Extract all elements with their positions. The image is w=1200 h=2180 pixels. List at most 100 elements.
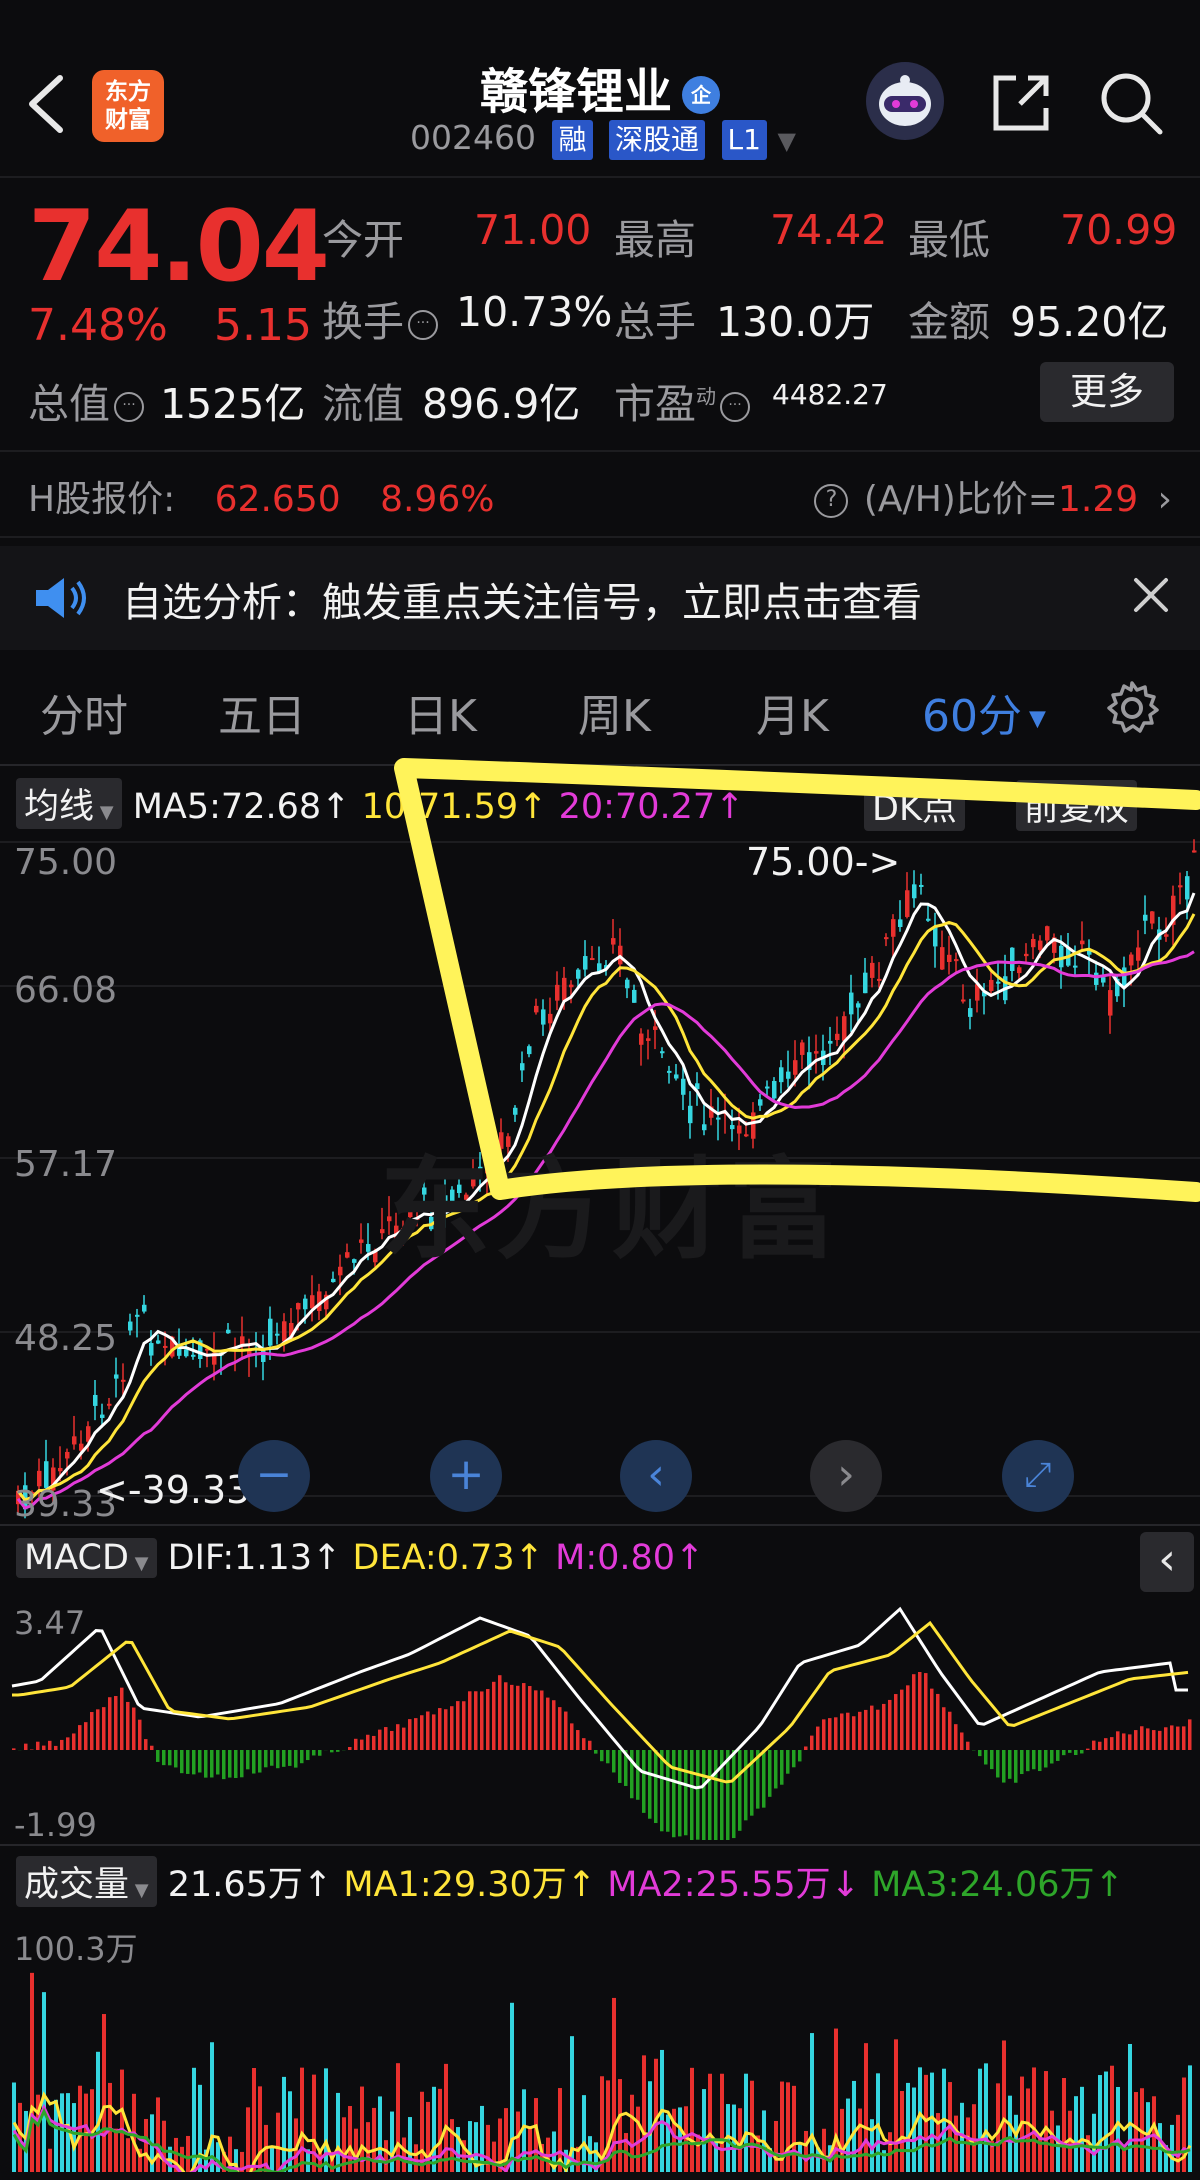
volume-chart[interactable]: [0, 1910, 1200, 2172]
macd-bar: [552, 1700, 556, 1750]
collapse-panel-button[interactable]: ‹: [1140, 1532, 1194, 1592]
volume-bar: [930, 2072, 934, 2172]
ah-ratio-row[interactable]: ? (A/H)比价=1.29 ›: [810, 470, 1172, 522]
macd-bar: [528, 1686, 532, 1750]
banner-text[interactable]: 自选分析：触发重点关注信号，立即点击查看: [122, 570, 922, 628]
search-icon[interactable]: [1098, 70, 1164, 136]
macd-chart[interactable]: [0, 1592, 1200, 1840]
turnover-label-text: 换手: [322, 298, 404, 346]
volume-bar: [528, 2127, 532, 2172]
volume-bar: [1128, 2043, 1132, 2172]
volume-bar: [300, 2067, 304, 2172]
macd-bar: [198, 1750, 202, 1773]
tab-five-day[interactable]: 五日: [218, 680, 306, 744]
tab-daily-k[interactable]: 日K: [404, 680, 477, 744]
more-button[interactable]: 更多: [1040, 362, 1174, 422]
macd-bar: [234, 1750, 238, 1778]
macd-bar: [90, 1712, 94, 1750]
tab-weekly-k[interactable]: 周K: [578, 680, 651, 744]
macd-bar: [60, 1739, 64, 1750]
macd-bar: [66, 1737, 70, 1750]
pe-label: 市盈动 ···: [614, 370, 754, 430]
mascot-avatar-icon[interactable]: [866, 62, 944, 140]
help-icon[interactable]: ?: [814, 484, 849, 518]
macd-bar: [1146, 1728, 1150, 1750]
info-dots-icon[interactable]: ···: [720, 392, 750, 422]
macd-bar: [636, 1750, 640, 1800]
macd-bar: [426, 1711, 430, 1750]
gear-icon[interactable]: [1104, 680, 1160, 736]
macd-bar: [1098, 1741, 1102, 1750]
macd-bar: [1188, 1719, 1192, 1750]
hshare-percent: 8.96%: [380, 479, 495, 520]
scroll-right-button[interactable]: ›: [810, 1440, 882, 1512]
volume-bar: [1044, 2071, 1048, 2172]
tab-monthly-k[interactable]: 月K: [756, 680, 829, 744]
macd-bar: [522, 1683, 526, 1750]
tab-intraday[interactable]: 分时: [40, 680, 128, 744]
chevron-left-icon: ‹: [1158, 1534, 1176, 1585]
zoom-out-button[interactable]: −: [238, 1440, 310, 1512]
macd-bar: [1008, 1750, 1012, 1779]
stock-code-row[interactable]: 002460 融 深股通 L1 ▼: [410, 118, 796, 160]
candle-body: [163, 1345, 168, 1348]
macd-bar: [1134, 1730, 1138, 1750]
fullscreen-button[interactable]: ⤢: [1002, 1440, 1074, 1512]
macd-bar: [276, 1750, 280, 1769]
chevron-right-icon: ›: [837, 1449, 855, 1500]
info-dots-icon[interactable]: ···: [408, 310, 438, 340]
macd-bar: [672, 1750, 676, 1838]
macd-bar: [702, 1750, 706, 1840]
macd-bar: [222, 1750, 226, 1780]
macd-bar: [948, 1711, 952, 1750]
divider: [0, 176, 1200, 178]
volume-bar: [276, 2112, 280, 2172]
macd-bar: [384, 1727, 388, 1750]
macd-bar: [978, 1750, 982, 1757]
speaker-icon: [36, 578, 86, 618]
tag-level: L1: [721, 119, 767, 160]
candle-body: [156, 1340, 161, 1344]
hshare-row[interactable]: H股报价: 62.650 8.96%: [28, 470, 494, 522]
macd-bar: [1044, 1750, 1048, 1768]
dea-value: DEA:0.73: [352, 1538, 515, 1578]
macd-bar: [1110, 1737, 1114, 1750]
hshare-label: H股报价:: [28, 479, 176, 520]
volume-bar: [432, 2086, 436, 2172]
indicator-selector-volume[interactable]: 成交量 ▼: [16, 1856, 157, 1907]
info-dots-icon[interactable]: ···: [114, 392, 144, 422]
macd-bar: [294, 1750, 298, 1768]
candle-body: [184, 1349, 189, 1357]
macd-bar: [120, 1687, 124, 1750]
macd-bar: [1020, 1750, 1024, 1775]
macd-bar: [468, 1691, 472, 1750]
volume-bar: [696, 2134, 700, 2172]
macd-axis-top: 3.47: [14, 1604, 86, 1642]
divider: [0, 536, 1200, 538]
macd-bar: [54, 1745, 58, 1750]
share-icon[interactable]: [990, 72, 1052, 134]
tab-60min[interactable]: 60分 ▼: [922, 680, 1046, 744]
zoom-in-button[interactable]: +: [430, 1440, 502, 1512]
macd-bar: [774, 1750, 778, 1789]
macd-bar: [462, 1701, 466, 1750]
volume-bar: [1074, 2096, 1078, 2172]
volume-bar: [114, 2128, 118, 2172]
volume-bar: [48, 2148, 52, 2172]
pe-label-text: 市盈: [614, 380, 696, 428]
macd-bar: [1164, 1727, 1168, 1750]
macd-bar: [168, 1750, 172, 1766]
low-annotation: <-39.33: [96, 1468, 251, 1512]
macd-bar: [888, 1699, 892, 1750]
close-icon[interactable]: [1128, 572, 1174, 618]
ah-label: (A/H)比价=: [863, 479, 1058, 520]
indicator-selector-macd[interactable]: MACD ▼: [16, 1538, 157, 1578]
current-price: 74.04: [28, 190, 330, 304]
macd-bar: [912, 1674, 916, 1750]
macd-bar: [1026, 1750, 1030, 1772]
volume-bar: [1080, 2086, 1084, 2172]
macd-bar: [678, 1750, 682, 1837]
macd-bar: [510, 1684, 514, 1750]
macd-bar: [996, 1750, 1000, 1778]
scroll-left-button[interactable]: ‹: [620, 1440, 692, 1512]
